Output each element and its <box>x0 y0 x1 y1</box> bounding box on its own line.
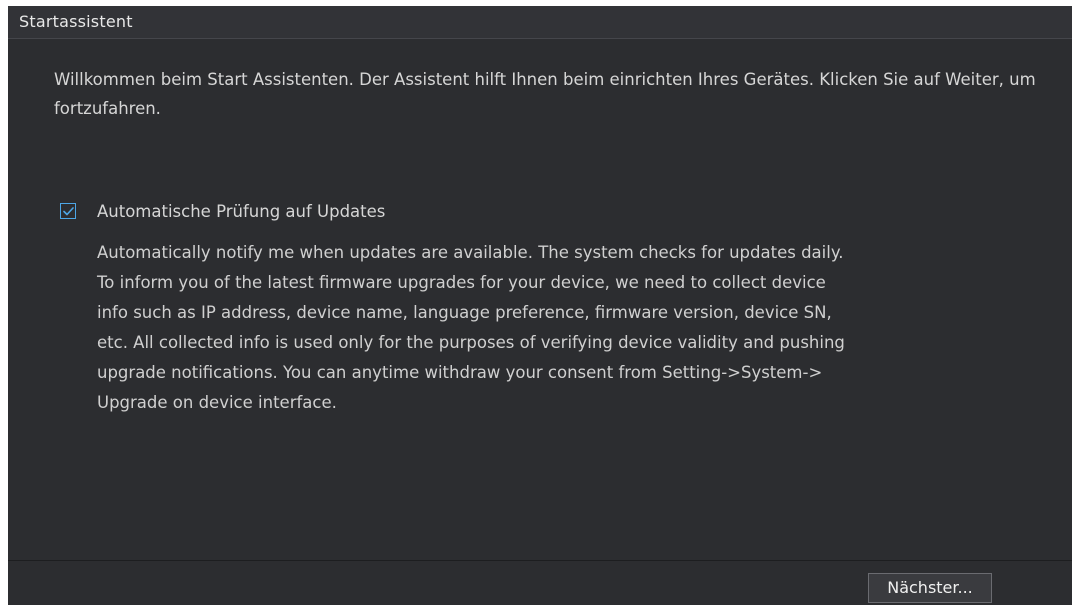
auto-update-description: Automatically notify me when updates are… <box>97 243 845 412</box>
auto-update-option[interactable]: Automatische Prüfung auf Updates <box>60 199 385 223</box>
window-title: Startassistent <box>19 12 133 31</box>
startup-wizard-window: Startassistent Willkommen beim Start Ass… <box>8 6 1072 605</box>
auto-update-checkbox[interactable] <box>60 203 76 219</box>
checkmark-icon <box>62 206 74 215</box>
title-bar: Startassistent <box>8 6 1072 39</box>
auto-update-label[interactable]: Automatische Prüfung auf Updates <box>97 202 385 221</box>
wizard-content: Willkommen beim Start Assistenten. Der A… <box>8 39 1072 560</box>
wizard-footer: Nächster... <box>8 560 1072 605</box>
welcome-text: Willkommen beim Start Assistenten. Der A… <box>54 70 1036 118</box>
next-button[interactable]: Nächster... <box>868 573 992 603</box>
